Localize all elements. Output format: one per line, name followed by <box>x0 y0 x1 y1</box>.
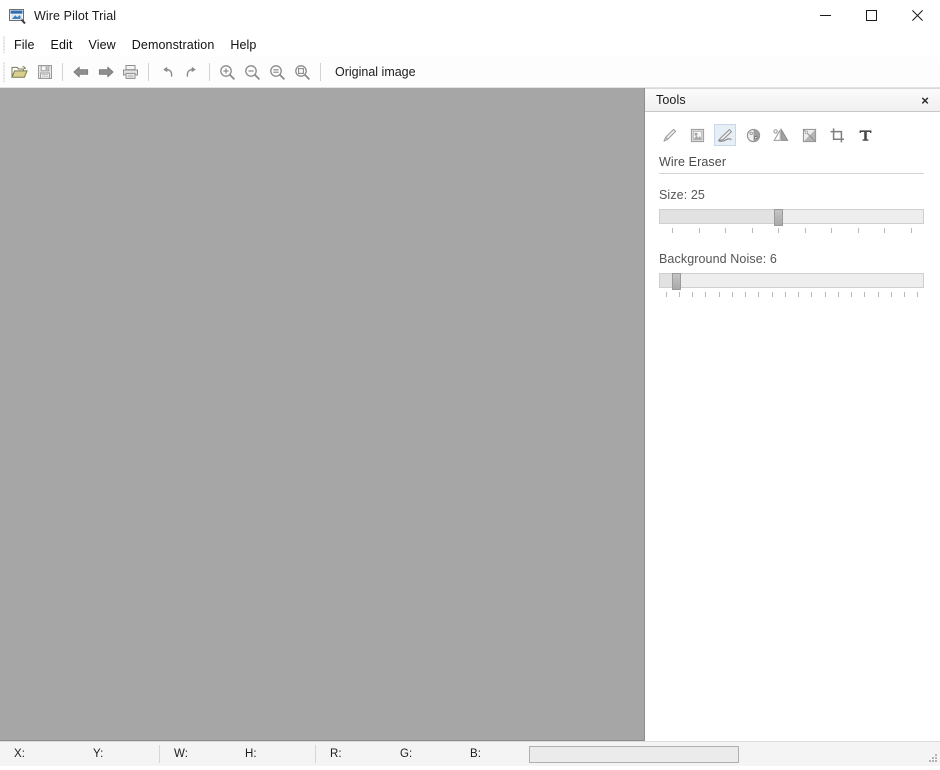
size-slider-label: Size: 25 <box>659 188 705 202</box>
window-title: Wire Pilot Trial <box>34 8 117 23</box>
menu-item-view[interactable]: View <box>81 35 124 55</box>
undo-button[interactable] <box>154 60 179 84</box>
crop-icon[interactable] <box>827 125 847 145</box>
close-button[interactable] <box>894 0 940 31</box>
zoom-in-button[interactable] <box>215 60 240 84</box>
status-y: Y: <box>93 748 104 760</box>
forward-button[interactable] <box>93 60 118 84</box>
tool-section-title: Wire Eraser <box>659 155 924 174</box>
main-area: Tools × Wire Eraser Size: 25 Background … <box>0 88 940 741</box>
background-noise-slider-thumb[interactable] <box>671 273 681 290</box>
zoom-out-button[interactable] <box>240 60 265 84</box>
canvas-container <box>0 88 645 741</box>
app-icon <box>9 8 26 24</box>
status-r: R: <box>330 748 342 760</box>
status-progress-bar <box>529 745 739 763</box>
menu-item-edit[interactable]: Edit <box>43 35 81 55</box>
toolbar-separator <box>209 63 210 81</box>
tools-panel: Tools × Wire Eraser Size: 25 Background … <box>645 88 940 741</box>
stamp-icon[interactable] <box>687 125 707 145</box>
color-wheel-icon[interactable] <box>743 125 763 145</box>
maximize-button[interactable] <box>848 0 894 31</box>
size-slider-track[interactable] <box>659 209 924 226</box>
title-bar: Wire Pilot Trial <box>0 0 940 32</box>
tools-panel-header: Tools × <box>645 88 940 112</box>
toolbar: Original image <box>0 57 940 88</box>
status-h: H: <box>245 748 257 760</box>
menu-item-help[interactable]: Help <box>222 35 264 55</box>
background-noise-slider-track[interactable] <box>659 273 924 290</box>
size-slider-ticks <box>659 226 924 235</box>
resize-grip[interactable] <box>924 742 940 767</box>
toolbar-separator <box>320 63 321 81</box>
application-window: Wire Pilot Trial File Edit View Demonstr… <box>0 0 940 766</box>
mirror-icon[interactable] <box>771 125 791 145</box>
status-bar: X: Y: W: H: R: G: B: <box>0 741 940 766</box>
wire-eraser-icon[interactable] <box>714 124 736 146</box>
toolbar-separator <box>62 63 63 81</box>
tools-panel-title: Tools <box>656 93 686 107</box>
size-slider[interactable] <box>659 209 924 235</box>
tool-icon-row <box>659 124 924 146</box>
text-icon[interactable] <box>855 125 875 145</box>
original-image-button[interactable]: Original image <box>328 62 423 82</box>
menu-item-demonstration[interactable]: Demonstration <box>124 35 223 55</box>
save-button[interactable] <box>32 60 57 84</box>
status-w: W: <box>174 748 189 760</box>
open-button[interactable] <box>7 60 32 84</box>
tools-panel-close-icon[interactable]: × <box>916 91 934 109</box>
menu-bar: File Edit View Demonstration Help <box>0 32 940 57</box>
zoom-fit-button[interactable] <box>265 60 290 84</box>
back-button[interactable] <box>68 60 93 84</box>
status-b: B: <box>470 748 482 760</box>
window-controls <box>802 0 940 31</box>
image-canvas[interactable] <box>0 88 645 741</box>
status-g: G: <box>400 748 413 760</box>
toolbar-separator <box>148 63 149 81</box>
status-x: X: <box>14 748 26 760</box>
size-slider-group: Size: 25 <box>659 188 924 235</box>
pencil-icon[interactable] <box>659 125 679 145</box>
background-noise-slider-ticks <box>659 290 924 299</box>
print-button[interactable] <box>118 60 143 84</box>
tools-panel-body: Wire Eraser Size: 25 Background Noise: 6 <box>645 112 940 741</box>
size-slider-fill <box>660 210 779 223</box>
minimize-button[interactable] <box>802 0 848 31</box>
gradient-icon[interactable] <box>799 125 819 145</box>
background-noise-slider-group: Background Noise: 6 <box>659 252 924 299</box>
redo-button[interactable] <box>179 60 204 84</box>
menu-item-file[interactable]: File <box>6 35 43 55</box>
background-noise-slider-label: Background Noise: 6 <box>659 252 777 266</box>
status-spacer <box>739 742 924 766</box>
size-slider-thumb[interactable] <box>774 209 784 226</box>
zoom-actual-button[interactable] <box>290 60 315 84</box>
background-noise-slider[interactable] <box>659 273 924 299</box>
status-progress-container <box>516 742 739 766</box>
